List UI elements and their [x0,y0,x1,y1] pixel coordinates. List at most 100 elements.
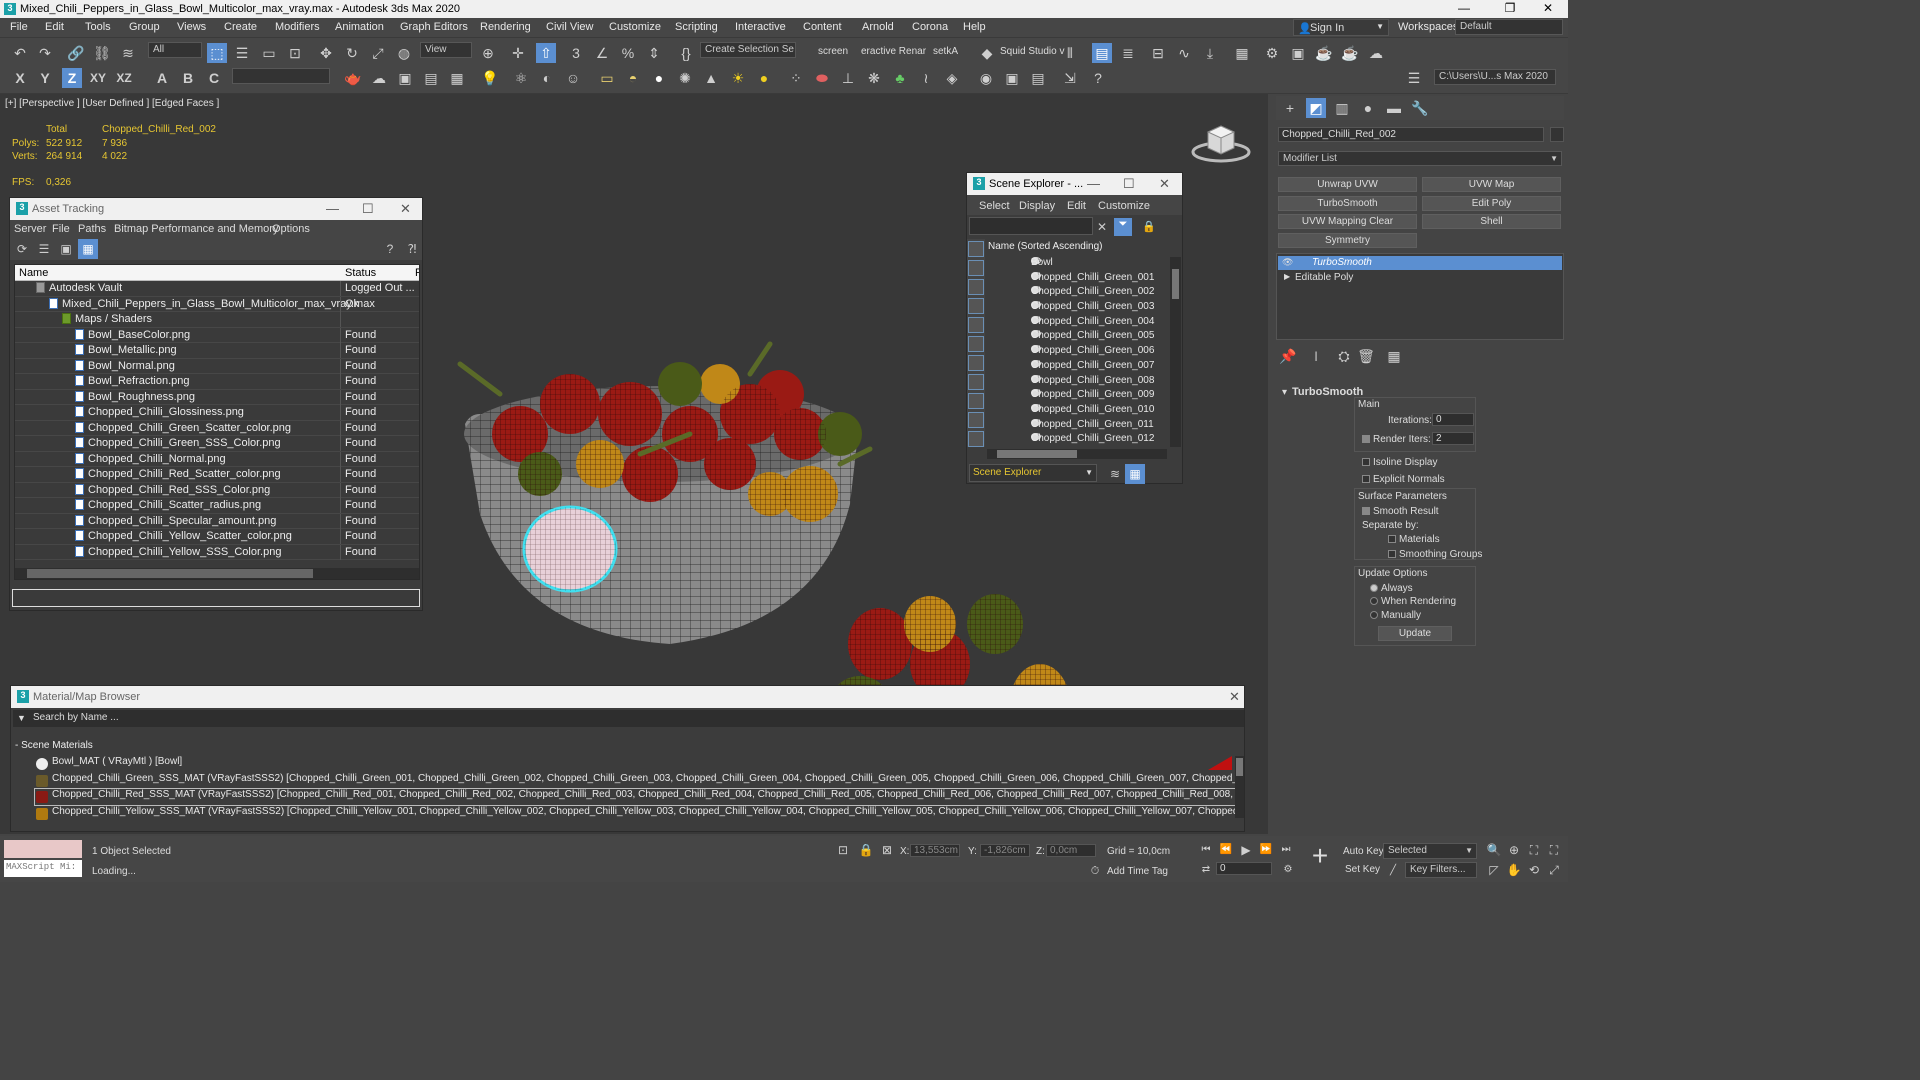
select-by-name-icon[interactable]: ☰ [232,43,252,63]
menu-edit[interactable]: Edit [1067,200,1086,212]
list-view-icon[interactable]: ☰ [34,239,54,259]
utilities-tab-icon[interactable]: 🔧 [1410,98,1430,118]
scene-object-row[interactable]: Bowl [967,256,1169,271]
close-button[interactable]: ✕ [1159,176,1170,192]
bind-spacewarp-icon[interactable]: ≋ [118,43,138,63]
selection-filter-dropdown[interactable]: All [148,42,202,58]
always-radio[interactable]: Always [1370,583,1413,594]
material-row[interactable]: Chopped_Chilli_Yellow_SSS_MAT (VRayFastS… [35,806,1240,822]
menu-select[interactable]: Select [979,200,1010,212]
menu-file[interactable]: File [52,223,70,235]
update-button[interactable]: Update [1378,626,1452,641]
eye-icon[interactable]: 👁 [1282,257,1293,268]
redo-icon[interactable]: ↷ [35,43,55,63]
key-mode-icon[interactable]: ⇄ [1196,860,1216,880]
menu-file[interactable]: File [10,21,28,33]
current-frame-field[interactable]: 0 [1216,862,1272,875]
when-rendering-radio[interactable]: When Rendering [1370,596,1456,607]
menu-server[interactable]: Server [14,223,46,235]
axis-xz-button[interactable]: XZ [114,68,134,88]
menu-views[interactable]: Views [177,21,206,33]
column-path[interactable]: P [415,267,419,279]
edit-poly-button[interactable]: Edit Poly [1422,196,1561,211]
make-unique-icon[interactable]: ⛭ [1334,346,1354,366]
scatter-icon[interactable]: ⁘ [786,68,806,88]
key-filters-button[interactable]: Key Filters... [1405,862,1477,878]
maximize-button[interactable]: ☐ [1123,176,1135,192]
vfb-icon[interactable]: ▤ [1028,68,1048,88]
orbit-icon[interactable]: ⟲ [1524,860,1544,880]
asset-row[interactable]: Chopped_Chilli_Normal.png Found [15,451,419,467]
menu-options[interactable]: Options [272,223,310,235]
maximize-button[interactable]: ❐ [1490,1,1530,17]
asset-tracking-titlebar[interactable]: 3 Asset Tracking — ☐ ✕ [10,198,422,220]
column-status[interactable]: Status [345,267,376,279]
edit-named-selection-icon[interactable]: {} [676,43,696,63]
scene-object-row[interactable]: Chopped_Chilli_Green_003 [967,300,1169,315]
asset-row[interactable]: Bowl_Refraction.png Found [15,374,419,390]
interactive-render-label[interactable]: eractive Renar [861,46,926,57]
physics-icon[interactable]: ⚛ [511,68,531,88]
menu-help[interactable]: Help [963,21,986,33]
scene-object-row[interactable]: Chopped_Chilli_Green_004 [967,315,1169,330]
placement-icon[interactable]: ◍ [394,43,414,63]
key-tangent-icon[interactable]: ╱ [1383,861,1403,881]
layer-explorer-icon[interactable]: ⊟ [1148,43,1168,63]
scale-icon[interactable]: ⤢ [368,43,388,63]
asset-row[interactable]: Chopped_Chilli_Yellow_Scatter_color.png F… [15,529,419,545]
zoom-extents-all-icon[interactable]: ⛶ [1544,840,1564,860]
modifier-list-dropdown[interactable]: Modifier List ▼ [1278,151,1562,166]
asset-row[interactable]: Bowl_BaseColor.png Found [15,327,419,343]
smooth-result-checkbox[interactable]: Smooth Result [1362,506,1439,517]
menu-arnold[interactable]: Arnold [862,21,894,33]
absolute-mode-icon[interactable]: ⊠ [877,840,897,860]
stack-item-editable-poly[interactable]: ▶ Editable Poly [1278,271,1562,285]
asset-row[interactable]: Mixed_Chili_Peppers_in_Glass_Bowl_Multic… [15,296,419,312]
asset-row[interactable]: Bowl_Metallic.png Found [15,343,419,359]
angle-snap-icon[interactable]: ∠ [592,43,612,63]
render-iters-checkbox[interactable]: Render Iters: [1362,434,1431,445]
selection-lock-icon[interactable]: 🔒 [856,840,876,860]
time-tag-icon[interactable]: ⏱ [1085,861,1105,881]
menu-create[interactable]: Create [224,21,257,33]
rect-selection-icon[interactable]: ▭ [259,43,279,63]
set-key-plus-icon[interactable]: + [1306,842,1334,870]
asset-row[interactable]: Autodesk Vault Logged Out ... [15,281,419,297]
sun-icon[interactable]: ☀ [728,68,748,88]
close-button[interactable]: ✕ [1229,689,1240,705]
squid-studio-icon[interactable]: ◆ [977,43,997,63]
teapot-icon[interactable]: 🫖 [343,68,363,88]
horizontal-scrollbar[interactable] [15,568,419,579]
scene-object-row[interactable]: Chopped_Chilli_Green_006 [967,344,1169,359]
vertical-scrollbar[interactable] [1235,756,1244,818]
select-object-icon[interactable]: ⬚ [207,43,227,63]
context-help-icon[interactable]: ⁈ [402,239,422,259]
close-button[interactable]: ✕ [1528,1,1568,17]
scene-object-row[interactable]: Chopped_Chilli_Green_007 [967,359,1169,374]
scene-object-row[interactable]: Chopped_Chilli_Green_010 [967,403,1169,418]
select-manipulate-icon[interactable]: ✛ [508,43,528,63]
asset-row[interactable]: Bowl_Normal.png Found [15,358,419,374]
minimize-button[interactable]: — [1444,1,1484,17]
hierarchy-tab-icon[interactable]: ▥ [1332,98,1352,118]
percent-snap-icon[interactable]: % [618,43,638,63]
asset-row[interactable]: Chopped_Chilli_Green_SSS_Color.png Found [15,436,419,452]
minimize-button[interactable]: — [326,201,339,216]
horizontal-scrollbar[interactable] [987,449,1167,459]
explicit-normals-checkbox[interactable]: Explicit Normals [1362,474,1445,485]
spinner-snap-icon[interactable]: ⇕ [644,43,664,63]
menu-animation[interactable]: Animation [335,21,384,33]
grid-icon[interactable]: ▦ [447,68,467,88]
isolate-selection-icon[interactable]: ⊡ [833,840,853,860]
go-to-start-icon[interactable]: ⏮ [1196,840,1216,860]
mask-icon[interactable]: ◐ [537,68,557,88]
render-setup-icon[interactable]: ⚙ [1262,43,1282,63]
render-frame-icon[interactable]: ▣ [395,68,415,88]
object-name-field[interactable]: Chopped_Chilli_Red_002 [1278,127,1544,142]
axis-y-button[interactable]: Y [35,68,55,88]
zoom-all-icon[interactable]: ⊕ [1504,840,1524,860]
help-icon[interactable]: ? [1088,68,1108,88]
thumbnail-view-icon[interactable]: ▣ [56,239,76,259]
asset-row[interactable]: Chopped_Chilli_Green_Scatter_color.png Fo… [15,420,419,436]
scene-object-row[interactable]: Chopped_Chilli_Green_008 [967,374,1169,389]
